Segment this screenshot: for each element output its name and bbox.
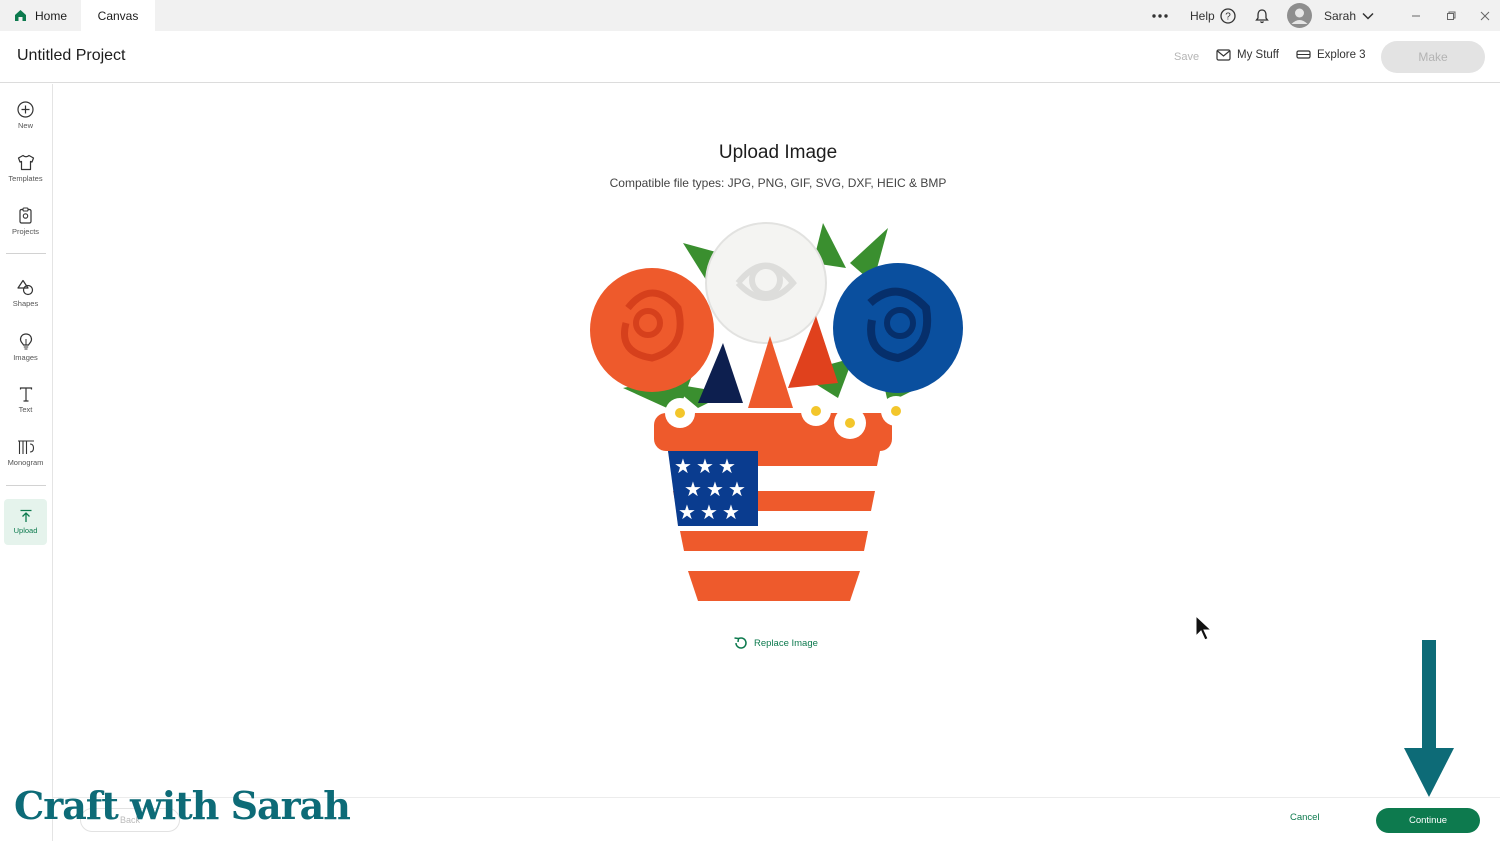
- file-types-note: Compatible file types: JPG, PNG, GIF, SV…: [609, 176, 947, 190]
- svg-text:★: ★: [684, 477, 702, 501]
- avatar: [1287, 3, 1312, 28]
- tab-canvas-label: Canvas: [97, 8, 139, 23]
- text-icon: [19, 386, 32, 402]
- svg-text:★: ★: [722, 500, 740, 524]
- restore-icon: [1447, 11, 1456, 20]
- make-button[interactable]: Make: [1381, 41, 1485, 73]
- mail-icon: [1216, 49, 1231, 61]
- close-window-button[interactable]: [1480, 0, 1490, 31]
- notifications-button[interactable]: [1254, 0, 1270, 31]
- tab-home-label: Home: [35, 8, 68, 23]
- svg-text:★: ★: [718, 454, 736, 478]
- lightbulb-icon: [19, 332, 32, 350]
- sidebar-item-label: New: [17, 120, 33, 130]
- tab-home[interactable]: Home: [10, 0, 80, 31]
- svg-text:★: ★: [728, 477, 746, 501]
- uploaded-image-preview: ★ ★ ★ ★ ★ ★ ★ ★ ★: [590, 222, 963, 601]
- sidebar-item-images[interactable]: Images: [4, 324, 47, 370]
- restore-button[interactable]: [1446, 0, 1456, 31]
- arrow-down-icon: [1404, 640, 1454, 797]
- shirt-icon: [17, 154, 34, 170]
- home-icon: [15, 10, 26, 21]
- continue-button[interactable]: Continue: [1376, 808, 1480, 833]
- machine-label: Explore 3: [1317, 49, 1366, 61]
- tab-bar: Home Canvas Help ? Sarah: [0, 0, 1500, 31]
- sidebar-item-label: Shapes: [12, 298, 39, 308]
- monogram-icon: [17, 439, 34, 454]
- tab-canvas[interactable]: Canvas: [81, 0, 155, 31]
- more-dots-icon: [1152, 13, 1168, 18]
- replace-image-label: Replace Image: [754, 637, 818, 649]
- minimize-button[interactable]: [1411, 0, 1421, 31]
- replace-image-button[interactable]: Replace Image: [733, 635, 818, 651]
- svg-text:?: ?: [1225, 11, 1231, 22]
- page-title: Upload Image: [718, 142, 838, 163]
- svg-text:★: ★: [674, 454, 692, 478]
- project-title: Untitled Project: [17, 47, 126, 64]
- clipboard-icon: [19, 206, 32, 224]
- plus-circle-icon: [17, 100, 34, 118]
- minimize-icon: [1412, 15, 1420, 16]
- svg-text:★: ★: [706, 477, 724, 501]
- upload-icon: [20, 509, 31, 522]
- sidebar-item-projects[interactable]: Projects: [4, 198, 47, 244]
- svg-text:★: ★: [696, 454, 714, 478]
- watermark-logo: Craft with Sarah: [14, 783, 351, 828]
- sidebar-item-monogram[interactable]: Monogram: [4, 430, 47, 476]
- sidebar-item-new[interactable]: New: [4, 92, 47, 138]
- sidebar-item-templates[interactable]: Templates: [4, 145, 47, 191]
- cancel-button[interactable]: Cancel: [1290, 812, 1320, 823]
- bell-icon: [1255, 8, 1269, 23]
- sidebar-item-label: Images: [13, 352, 38, 362]
- sidebar-item-label: Upload: [13, 526, 38, 535]
- sidebar-item-label: Monogram: [7, 457, 44, 467]
- refresh-icon: [734, 637, 747, 649]
- machine-selector[interactable]: Explore 3: [1296, 49, 1366, 61]
- my-stuff-button[interactable]: My Stuff: [1216, 49, 1279, 61]
- user-name: Sarah: [1324, 8, 1357, 23]
- machine-icon: [1296, 50, 1311, 59]
- sidebar-item-shapes[interactable]: Shapes: [4, 270, 47, 316]
- help-icon: ?: [1220, 7, 1236, 24]
- sidebar-item-label: Templates: [8, 173, 43, 183]
- sidebar-divider: [6, 485, 46, 486]
- my-stuff-label: My Stuff: [1237, 49, 1279, 61]
- chevron-down-icon: [1362, 12, 1374, 20]
- sidebar-divider: [6, 253, 46, 254]
- left-sidebar: New Templates Projects Shapes Images Tex…: [0, 84, 53, 841]
- project-header: Untitled Project Save My Stuff Explore 3…: [0, 31, 1500, 83]
- help-label: Help: [1190, 8, 1215, 23]
- mouse-cursor-icon: [1195, 614, 1213, 641]
- close-icon: [1480, 11, 1490, 20]
- svg-text:★: ★: [678, 500, 696, 524]
- svg-text:★: ★: [700, 500, 718, 524]
- sidebar-item-label: Text: [18, 404, 33, 414]
- save-button[interactable]: Save: [1174, 51, 1199, 63]
- shapes-icon: [16, 279, 33, 295]
- more-options-button[interactable]: [1151, 0, 1169, 31]
- sidebar-item-upload[interactable]: Upload: [4, 499, 47, 545]
- help-button[interactable]: Help ?: [1190, 0, 1236, 31]
- sidebar-item-label: Projects: [11, 226, 40, 236]
- user-menu[interactable]: Sarah: [1287, 0, 1374, 31]
- sidebar-item-text[interactable]: Text: [4, 377, 47, 423]
